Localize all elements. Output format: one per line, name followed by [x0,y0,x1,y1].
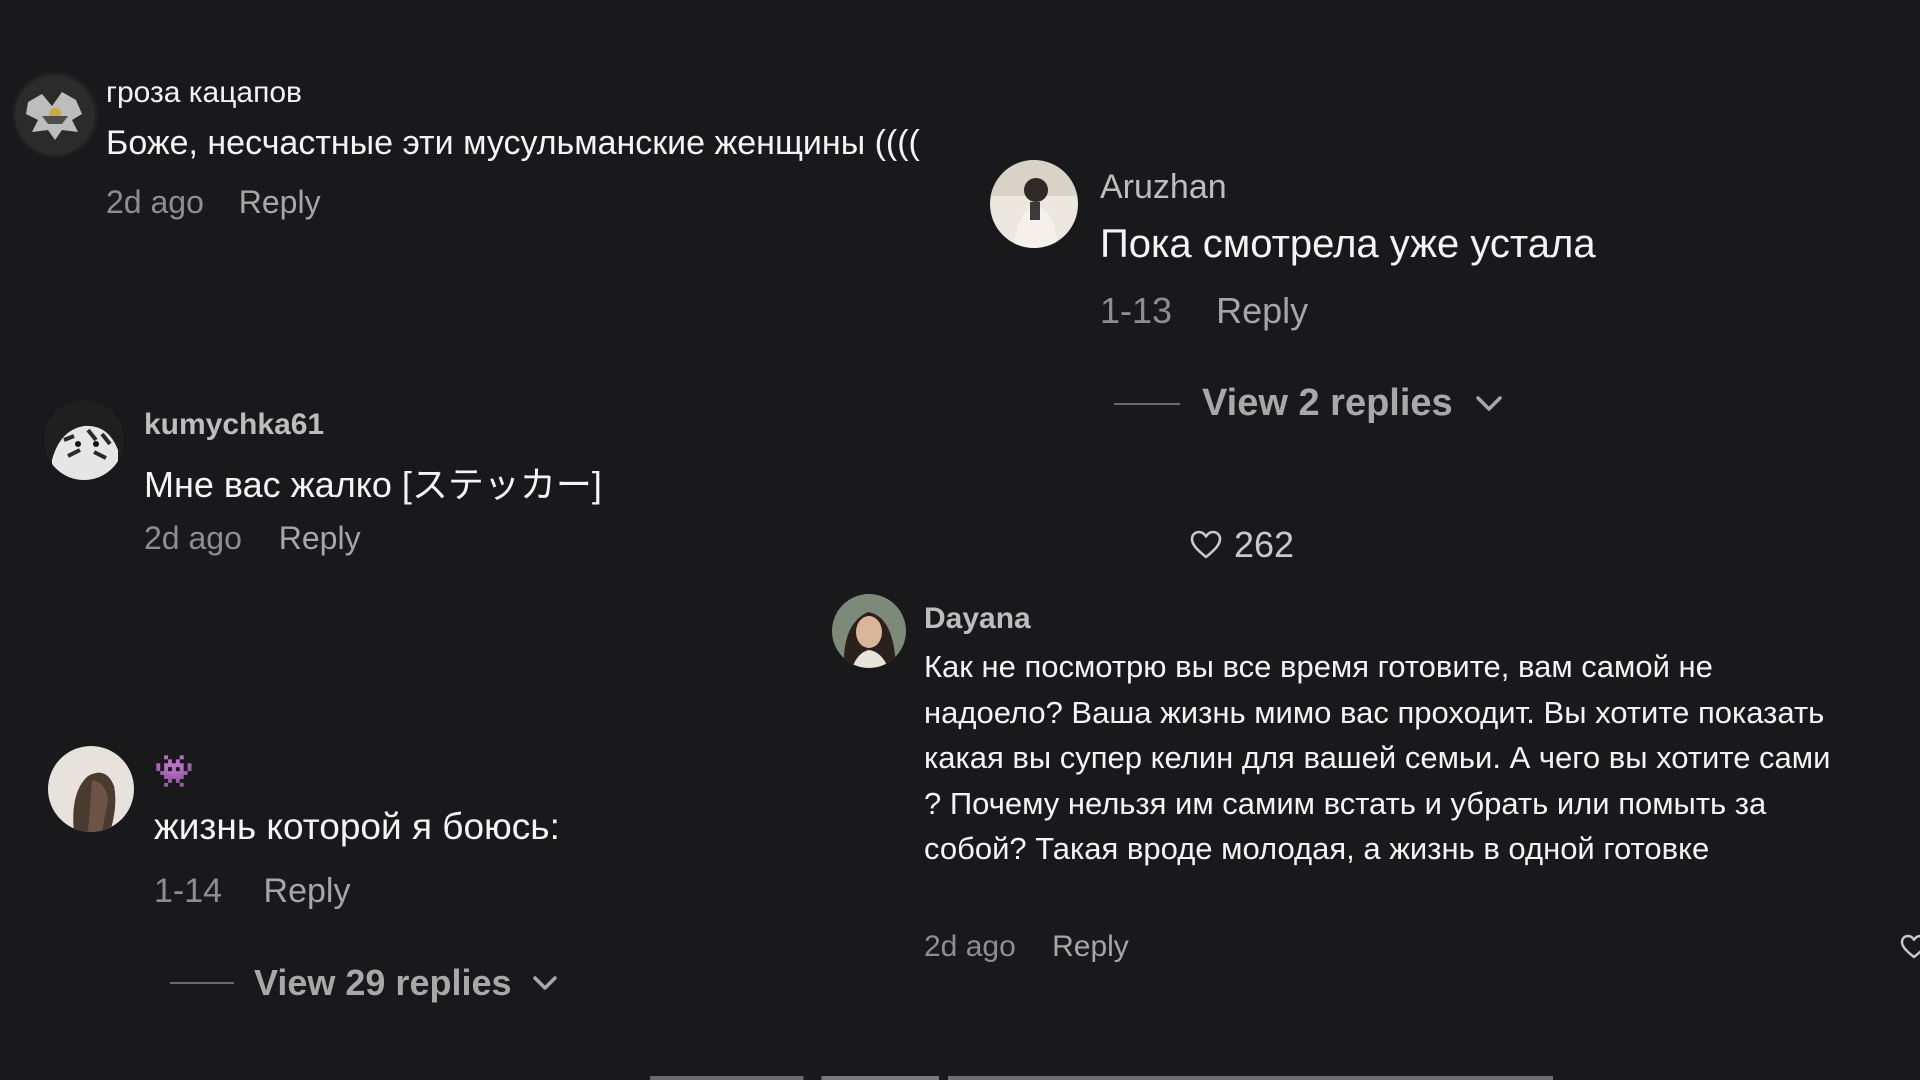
like-button[interactable] [1900,934,1920,960]
comment-text: жизнь которой я боюсь: [154,806,560,847]
reply-button[interactable]: Reply [1216,290,1308,331]
comment-username[interactable]: Aruzhan [1100,168,1227,207]
reply-button[interactable]: Reply [1052,930,1129,963]
reply-button[interactable]: Reply [279,520,361,556]
comment-username[interactable]: 👾 [154,752,194,790]
comment-text: Мне вас жалко [ステッカー] [144,464,602,505]
avatar[interactable] [832,594,906,668]
divider-line [1114,402,1180,405]
avatar[interactable] [12,72,98,158]
avatar[interactable] [48,746,134,832]
divider-line [170,982,234,984]
partial-content-strip [650,1076,1553,1080]
view-replies-button[interactable]: View 29 replies [170,962,558,1004]
view-replies-label: View 29 replies [254,962,512,1003]
comment-username[interactable]: гроза кацапов [106,76,302,110]
like-count: 262 [1234,524,1295,565]
comment-text: Как не посмотрю вы все время готовите, в… [924,649,1831,866]
comment-time: 2d ago [924,930,1016,963]
comment-time: 2d ago [144,520,242,556]
comment-meta: 2d ago Reply [106,184,321,221]
avatar[interactable] [44,400,124,480]
comment-time: 1-14 [154,872,223,910]
comment-meta: 2d ago Reply [924,930,1129,964]
avatar[interactable] [990,160,1078,248]
comment-text: Пока смотрела уже устала [1100,222,1596,266]
chevron-down-icon [1475,394,1503,414]
reply-button[interactable]: Reply [239,184,321,220]
comment-time: 2d ago [106,184,204,220]
comment-meta: 2d ago Reply [144,520,361,557]
heart-outline-icon [1900,934,1920,960]
reply-button[interactable]: Reply [264,872,351,910]
comment-meta: 1-14 Reply [154,872,350,911]
heart-outline-icon [1190,530,1222,560]
comment-username[interactable]: Dayana [924,602,1031,636]
view-replies-label: View 2 replies [1202,382,1453,424]
comment-meta: 1-13 Reply [1100,290,1308,332]
like-button[interactable]: 262 [1190,524,1294,566]
comment-username[interactable]: kumychka61 [144,408,324,442]
view-replies-button[interactable]: View 2 replies [1114,382,1503,425]
comments-screen: гроза кацапов Боже, несчастные эти мусул… [0,0,1920,1080]
comment-time: 1-13 [1100,290,1173,331]
comment-text: Боже, несчастные эти мусульманские женщи… [106,124,920,162]
chevron-down-icon [532,974,558,992]
